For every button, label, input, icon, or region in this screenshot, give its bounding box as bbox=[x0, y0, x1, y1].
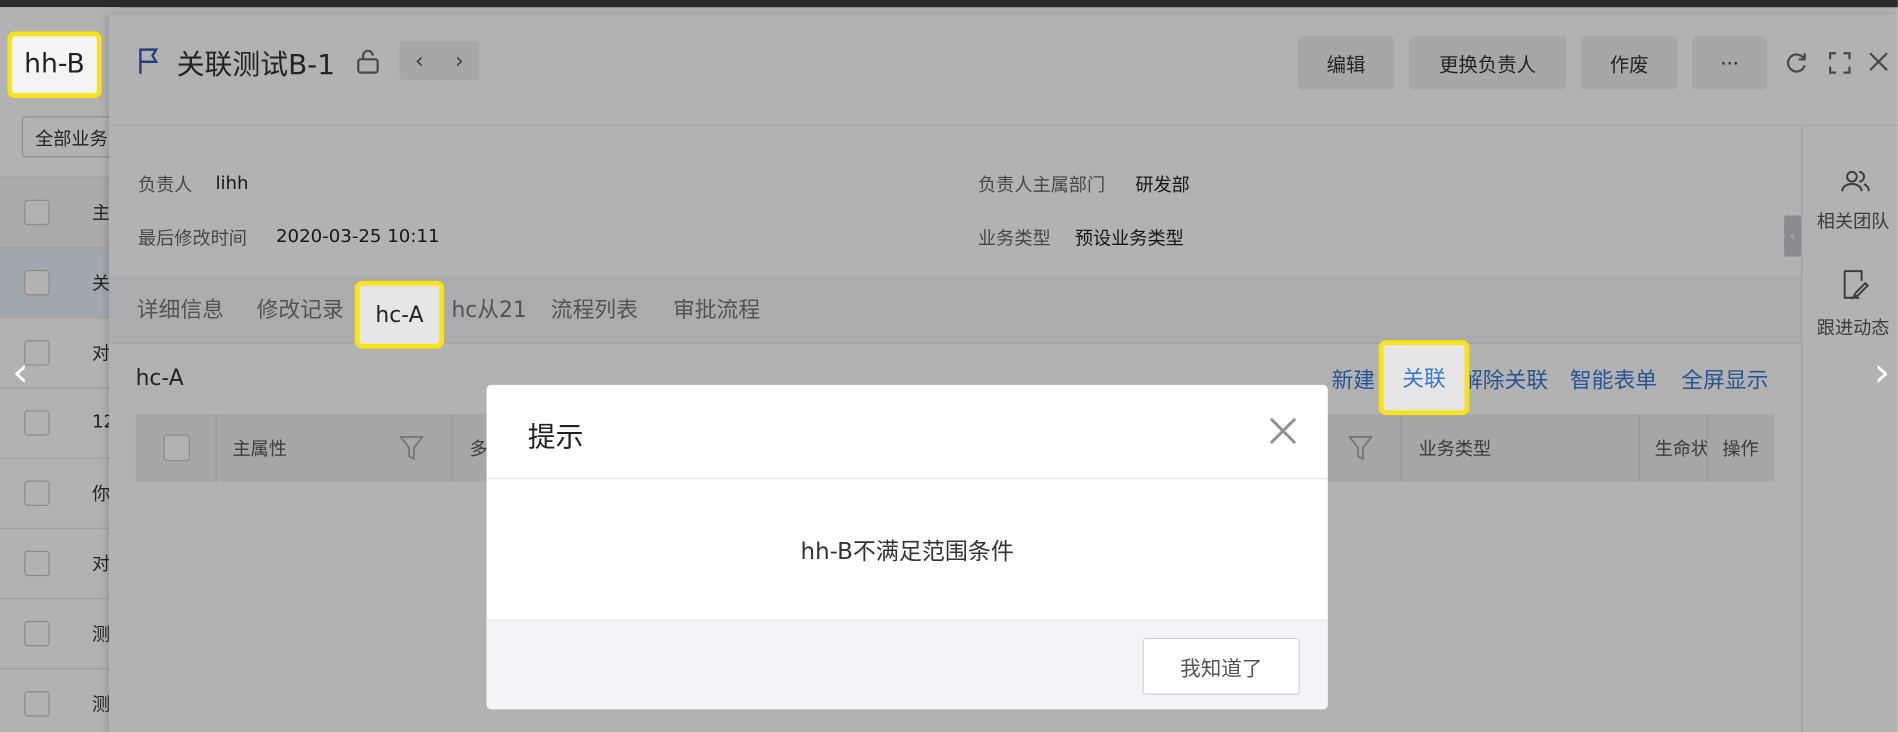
prev-page-arrow[interactable]: ‹ bbox=[12, 349, 28, 397]
dialog-header: 提示 bbox=[486, 385, 1328, 480]
highlighted-record-badge: hh-B bbox=[7, 31, 102, 99]
close-icon[interactable] bbox=[1266, 414, 1300, 448]
alert-dialog: 提示 hh-B不满足范围条件 我知道了 bbox=[486, 384, 1328, 710]
next-page-arrow[interactable]: › bbox=[1874, 349, 1890, 397]
screen: hh-B 全部业务 主 关 对 12 你 对 测 测 关联测试B-1 ‹ › 编… bbox=[0, 0, 1898, 732]
hc-a-tab-highlight[interactable]: hc-A bbox=[354, 280, 445, 349]
associate-link-highlight[interactable]: 关联 bbox=[1378, 340, 1470, 416]
dialog-title: 提示 bbox=[527, 422, 584, 454]
dialog-footer: 我知道了 bbox=[486, 619, 1328, 710]
acknowledge-button[interactable]: 我知道了 bbox=[1142, 637, 1300, 695]
dialog-message: hh-B不满足范围条件 bbox=[800, 538, 1014, 565]
